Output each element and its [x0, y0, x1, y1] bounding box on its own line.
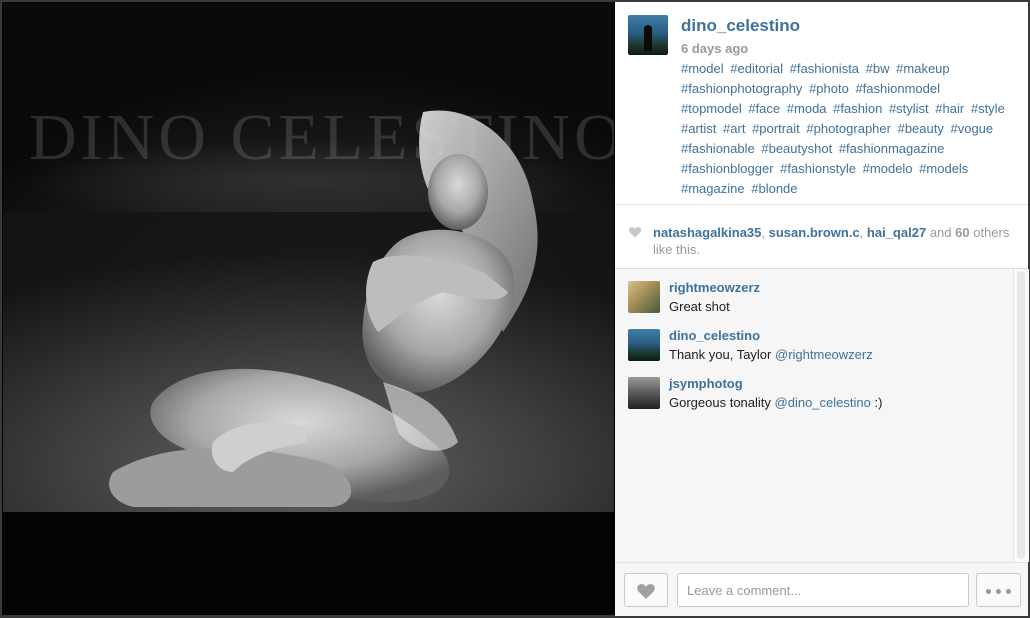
likes-summary: natashagalkina35, susan.brown.c, hai_qal…	[615, 205, 1028, 269]
hashtag[interactable]: #art	[723, 121, 745, 136]
comment-footer	[615, 562, 1028, 616]
comment-item: jsymphotog Gorgeous tonality @dino_celes…	[615, 365, 1013, 410]
likes-and: and	[929, 225, 952, 240]
comment-body: Gorgeous tonality	[669, 395, 771, 410]
like-button[interactable]	[624, 573, 668, 607]
hashtag[interactable]: #models	[919, 161, 968, 176]
comment-username[interactable]: dino_celestino	[669, 328, 760, 343]
comment-body: Great shot	[669, 299, 730, 314]
hashtag[interactable]: #fashionstyle	[780, 161, 856, 176]
comments-list[interactable]: rightmeowzerz Great shot dino_celestino …	[615, 269, 1013, 562]
hashtag[interactable]: #photo	[809, 81, 849, 96]
hashtag[interactable]: #bw	[866, 61, 890, 76]
comments-scrollbar[interactable]	[1013, 269, 1029, 562]
likes-others-count[interactable]: 60	[955, 225, 969, 240]
post-photo[interactable]: DINO CELESTINO	[3, 2, 614, 512]
heart-icon	[628, 227, 642, 238]
hashtag[interactable]: #vogue	[950, 121, 993, 136]
hashtag[interactable]: #portrait	[752, 121, 800, 136]
hashtag[interactable]: #hair	[935, 101, 964, 116]
comment-text: Gorgeous tonality @dino_celestino :)	[669, 395, 882, 410]
hashtag[interactable]: #beauty	[898, 121, 944, 136]
post-timestamp[interactable]: 6 days ago	[681, 41, 748, 56]
avatar[interactable]	[628, 377, 660, 409]
hashtag[interactable]: #editorial	[730, 61, 783, 76]
hashtag[interactable]: #fashionphotography	[681, 81, 802, 96]
comment-input[interactable]	[677, 573, 969, 607]
hashtag[interactable]: #magazine	[681, 181, 745, 196]
photo-model-figure	[109, 110, 538, 507]
post-caption: #model #editorial #fashionista #bw #make…	[681, 59, 1021, 199]
comment-text: Thank you, Taylor @rightmeowzerz	[669, 347, 873, 362]
comment-mention[interactable]: @rightmeowzerz	[775, 347, 873, 362]
likes-text: natashagalkina35, susan.brown.c, hai_qal…	[653, 224, 1013, 258]
photo-pane: DINO CELESTINO	[2, 2, 614, 615]
comment-username[interactable]: jsymphotog	[669, 376, 743, 391]
liker-link[interactable]: susan.brown.c	[769, 225, 860, 240]
hashtag[interactable]: #topmodel	[681, 101, 742, 116]
hashtag[interactable]: #fashionmodel	[855, 81, 940, 96]
hashtag[interactable]: #stylist	[889, 101, 929, 116]
avatar[interactable]	[628, 15, 668, 55]
hashtag[interactable]: #modelo	[863, 161, 913, 176]
hashtag[interactable]: #beautyshot	[761, 141, 832, 156]
more-dots-icon	[996, 589, 1001, 594]
hashtag[interactable]: #fashionable	[681, 141, 755, 156]
post-modal: DINO CELESTINO dino_celestino 6 days ago…	[2, 2, 1029, 616]
comment-item: dino_celestino Thank you, Taylor @rightm…	[615, 317, 1013, 362]
post-username[interactable]: dino_celestino	[681, 16, 800, 36]
comment-item: rightmeowzerz Great shot	[615, 269, 1013, 314]
liker-link[interactable]: hai_qal27	[867, 225, 926, 240]
comment-mention[interactable]: @dino_celestino	[775, 395, 871, 410]
avatar-figure	[644, 25, 652, 51]
more-options-button[interactable]	[976, 573, 1021, 607]
more-dots-icon	[1006, 589, 1011, 594]
more-dots-icon	[986, 589, 991, 594]
hashtag[interactable]: #moda	[787, 101, 827, 116]
hashtag[interactable]: #makeup	[896, 61, 949, 76]
post-header: dino_celestino 6 days ago #model #editor…	[615, 2, 1028, 205]
hashtag[interactable]: #face	[748, 101, 780, 116]
likes-separator: ,	[859, 225, 864, 240]
scrollbar-thumb[interactable]	[1017, 271, 1025, 559]
comment-text: Great shot	[669, 299, 730, 314]
likes-separator: ,	[761, 225, 766, 240]
hashtag[interactable]: #photographer	[806, 121, 891, 136]
heart-icon	[637, 584, 655, 599]
comment-username[interactable]: rightmeowzerz	[669, 280, 760, 295]
hashtag[interactable]: #fashionblogger	[681, 161, 774, 176]
hashtag[interactable]: #fashionista	[790, 61, 859, 76]
comment-body: Thank you, Taylor	[669, 347, 772, 362]
liker-link[interactable]: natashagalkina35	[653, 225, 761, 240]
avatar[interactable]	[628, 329, 660, 361]
hashtag[interactable]: #model	[681, 61, 724, 76]
avatar[interactable]	[628, 281, 660, 313]
post-side-panel: dino_celestino 6 days ago #model #editor…	[615, 2, 1029, 616]
hashtag[interactable]: #fashionmagazine	[839, 141, 945, 156]
comment-emoticon: :)	[874, 395, 883, 410]
hashtag[interactable]: #artist	[681, 121, 716, 136]
hashtag[interactable]: #fashion	[833, 101, 882, 116]
hashtag[interactable]: #style	[971, 101, 1005, 116]
hashtag[interactable]: #blonde	[751, 181, 797, 196]
